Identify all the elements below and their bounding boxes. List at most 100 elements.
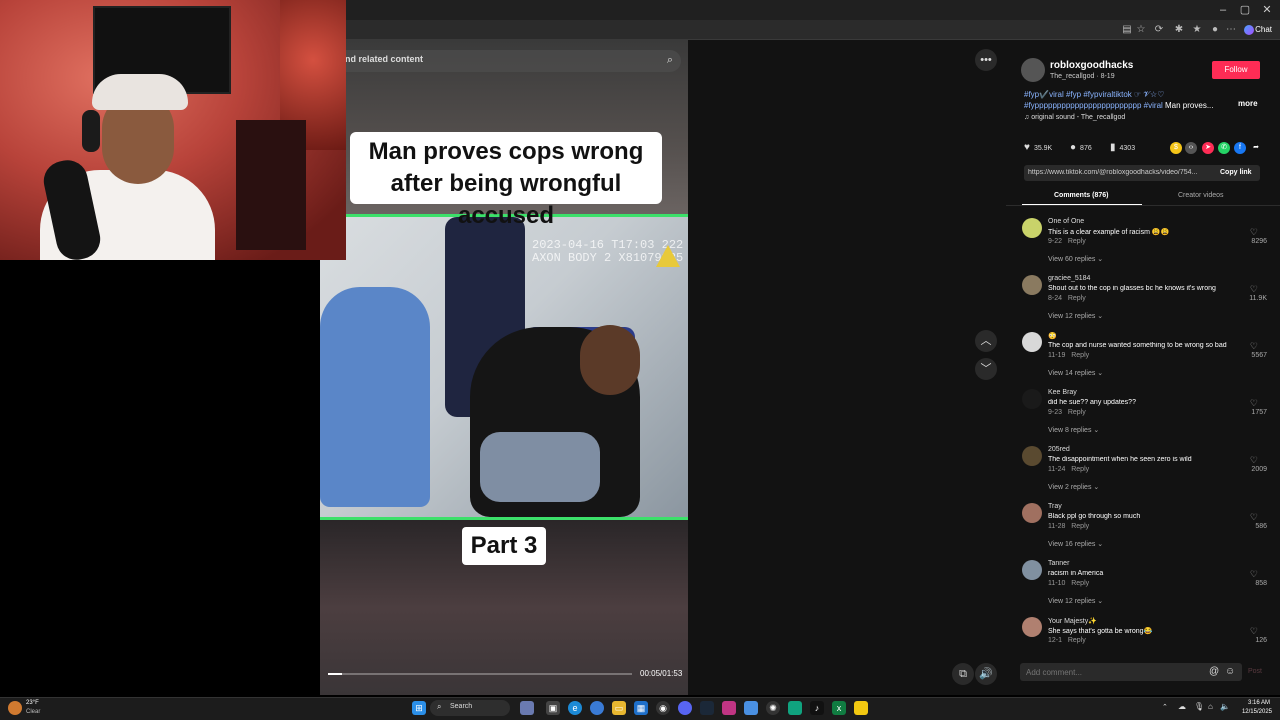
view-replies-link[interactable]: View 12 replies ⌄ bbox=[1048, 312, 1103, 320]
comment-like-icon[interactable]: ♡ bbox=[1250, 227, 1258, 238]
more-menu-icon[interactable]: ⋯ bbox=[1224, 23, 1238, 37]
comment-input[interactable] bbox=[1026, 665, 1206, 679]
description-hashtags-1[interactable]: #fyp✔️viral #fyp #fypviraltiktok ☞ 𝓥☆♡ bbox=[1024, 90, 1164, 99]
comment-username[interactable]: Kee Bray bbox=[1048, 389, 1077, 396]
share-url[interactable]: https://www.tiktok.com/@robloxgoodhacks/… bbox=[1028, 169, 1204, 176]
tray-network-icon[interactable]: ⌂ bbox=[1208, 702, 1213, 711]
comment-username[interactable]: Your Majesty✨ bbox=[1048, 617, 1097, 625]
picture-in-picture-icon[interactable]: ⧉ bbox=[952, 663, 974, 685]
copy-link-button[interactable]: Copy link bbox=[1220, 169, 1252, 176]
file-explorer-icon[interactable]: ▭ bbox=[612, 701, 626, 715]
reply-button[interactable]: Reply bbox=[1071, 466, 1089, 473]
next-video-icon[interactable]: ﹀ bbox=[975, 358, 997, 380]
search-icon[interactable]: ⌕ bbox=[667, 54, 673, 67]
chatgpt-icon[interactable]: ✺ bbox=[766, 701, 780, 715]
reply-button[interactable]: Reply bbox=[1068, 238, 1086, 245]
comment-username[interactable]: graciee_5184 bbox=[1048, 275, 1090, 282]
video-progress-bar[interactable] bbox=[328, 673, 632, 675]
more-options-icon[interactable]: ••• bbox=[975, 49, 997, 71]
clock-time[interactable]: 3:16 AM bbox=[1246, 700, 1270, 706]
description-hashtags-2[interactable]: #fypppppppppppppppppppppppp #viral bbox=[1024, 101, 1163, 110]
view-replies-link[interactable]: View 14 replies ⌄ bbox=[1048, 369, 1103, 377]
view-replies-link[interactable]: View 60 replies ⌄ bbox=[1048, 255, 1103, 263]
tray-cloud-icon[interactable]: ☁ bbox=[1178, 702, 1186, 711]
reply-button[interactable]: Reply bbox=[1068, 637, 1086, 644]
embed-icon[interactable]: ‹› bbox=[1185, 142, 1197, 154]
favorites-icon[interactable]: ★ bbox=[1190, 23, 1204, 37]
copilot-chat-button[interactable]: Chat bbox=[1240, 22, 1276, 38]
comment-like-icon[interactable]: ♡ bbox=[1250, 626, 1258, 637]
mention-icon[interactable]: @ bbox=[1209, 666, 1219, 677]
comment-avatar[interactable] bbox=[1022, 389, 1042, 409]
comment-like-icon[interactable]: ♡ bbox=[1250, 398, 1258, 409]
view-replies-link[interactable]: View 8 replies ⌄ bbox=[1048, 426, 1099, 434]
tab-comments[interactable]: Comments (876) bbox=[1054, 192, 1108, 199]
close-window-button[interactable]: ✕ bbox=[1256, 2, 1278, 18]
comment-like-icon[interactable]: ♡ bbox=[1250, 284, 1258, 295]
comment-avatar[interactable] bbox=[1022, 218, 1042, 238]
comment-username[interactable]: One of One bbox=[1048, 218, 1084, 225]
comment-stat[interactable]: ● 876 bbox=[1070, 142, 1092, 153]
previous-video-icon[interactable]: ︿ bbox=[975, 330, 997, 352]
instagram-icon[interactable] bbox=[722, 701, 736, 715]
emoji-icon[interactable]: ☺ bbox=[1225, 666, 1235, 677]
share-arrow-icon[interactable]: ➦ bbox=[1250, 142, 1262, 154]
reply-button[interactable]: Reply bbox=[1068, 295, 1086, 302]
like-stat[interactable]: ♥ 35.9K bbox=[1024, 142, 1052, 153]
excel-icon[interactable]: x bbox=[832, 701, 846, 715]
reply-button[interactable]: Reply bbox=[1068, 409, 1086, 416]
refresh-icon[interactable]: ⟳ bbox=[1152, 23, 1166, 37]
sound-link[interactable]: ♫ original sound - The_recallgod bbox=[1024, 114, 1125, 121]
profile-icon[interactable]: ● bbox=[1208, 23, 1222, 37]
view-replies-link[interactable]: View 16 replies ⌄ bbox=[1048, 540, 1103, 548]
reply-button[interactable]: Reply bbox=[1071, 523, 1089, 530]
comment-avatar[interactable] bbox=[1022, 332, 1042, 352]
comment-like-icon[interactable]: ♡ bbox=[1250, 569, 1258, 580]
comment-like-icon[interactable]: ♡ bbox=[1250, 341, 1258, 352]
follow-button[interactable]: Follow bbox=[1212, 61, 1260, 79]
copilot-taskbar-icon[interactable] bbox=[520, 701, 534, 715]
app-icon[interactable] bbox=[788, 701, 802, 715]
description-more-link[interactable]: more bbox=[1238, 99, 1258, 108]
task-view-icon[interactable]: ▣ bbox=[546, 701, 560, 715]
comment-username[interactable]: 😳 bbox=[1048, 332, 1057, 340]
view-replies-link[interactable]: View 12 replies ⌄ bbox=[1048, 597, 1103, 605]
tiktok-icon[interactable]: ♪ bbox=[810, 701, 824, 715]
coin-share-icon[interactable]: $ bbox=[1170, 142, 1182, 154]
weather-icon[interactable] bbox=[8, 701, 22, 715]
tab-creator-videos[interactable]: Creator videos bbox=[1178, 192, 1224, 199]
chrome-icon[interactable]: ◉ bbox=[656, 701, 670, 715]
author-avatar[interactable] bbox=[1021, 58, 1045, 82]
send-icon[interactable]: ➤ bbox=[1202, 142, 1214, 154]
comment-avatar[interactable] bbox=[1022, 446, 1042, 466]
store-icon[interactable]: ▦ bbox=[634, 701, 648, 715]
extensions-icon[interactable]: ✱ bbox=[1172, 23, 1186, 37]
minimize-button[interactable]: – bbox=[1212, 2, 1234, 18]
discord-icon[interactable] bbox=[678, 701, 692, 715]
comment-like-icon[interactable]: ♡ bbox=[1250, 455, 1258, 466]
comment-avatar[interactable] bbox=[1022, 560, 1042, 580]
save-stat[interactable]: ▮ 4303 bbox=[1110, 142, 1135, 153]
author-username[interactable]: robloxgoodhacks bbox=[1050, 60, 1133, 71]
reply-button[interactable]: Reply bbox=[1071, 580, 1089, 587]
post-comment-button[interactable]: Post bbox=[1248, 668, 1262, 675]
tray-volume-icon[interactable]: 🔈 bbox=[1220, 702, 1230, 711]
comment-like-icon[interactable]: ♡ bbox=[1250, 512, 1258, 523]
comment-username[interactable]: Tray bbox=[1048, 503, 1062, 510]
edge-icon[interactable]: e bbox=[568, 701, 582, 715]
copilot-app-icon[interactable] bbox=[590, 701, 604, 715]
comment-avatar[interactable] bbox=[1022, 617, 1042, 637]
reader-icon[interactable]: ▤ bbox=[1120, 23, 1134, 37]
tray-mic-icon[interactable]: 🎙 bbox=[1194, 702, 1204, 711]
clock-date[interactable]: 12/15/2025 bbox=[1236, 709, 1272, 715]
whatsapp-icon[interactable]: ✆ bbox=[1218, 142, 1230, 154]
steam-icon[interactable] bbox=[700, 701, 714, 715]
messenger-icon[interactable] bbox=[744, 701, 758, 715]
maximize-button[interactable]: ▢ bbox=[1234, 2, 1256, 18]
facebook-icon[interactable]: f bbox=[1234, 142, 1246, 154]
reply-button[interactable]: Reply bbox=[1071, 352, 1089, 359]
star-icon[interactable]: ☆ bbox=[1134, 23, 1148, 37]
related-search-bar[interactable]: nd related content ⌕ bbox=[345, 50, 681, 72]
volume-icon[interactable]: 🔊 bbox=[975, 663, 997, 685]
start-menu-icon[interactable]: ⊞ bbox=[412, 701, 426, 715]
